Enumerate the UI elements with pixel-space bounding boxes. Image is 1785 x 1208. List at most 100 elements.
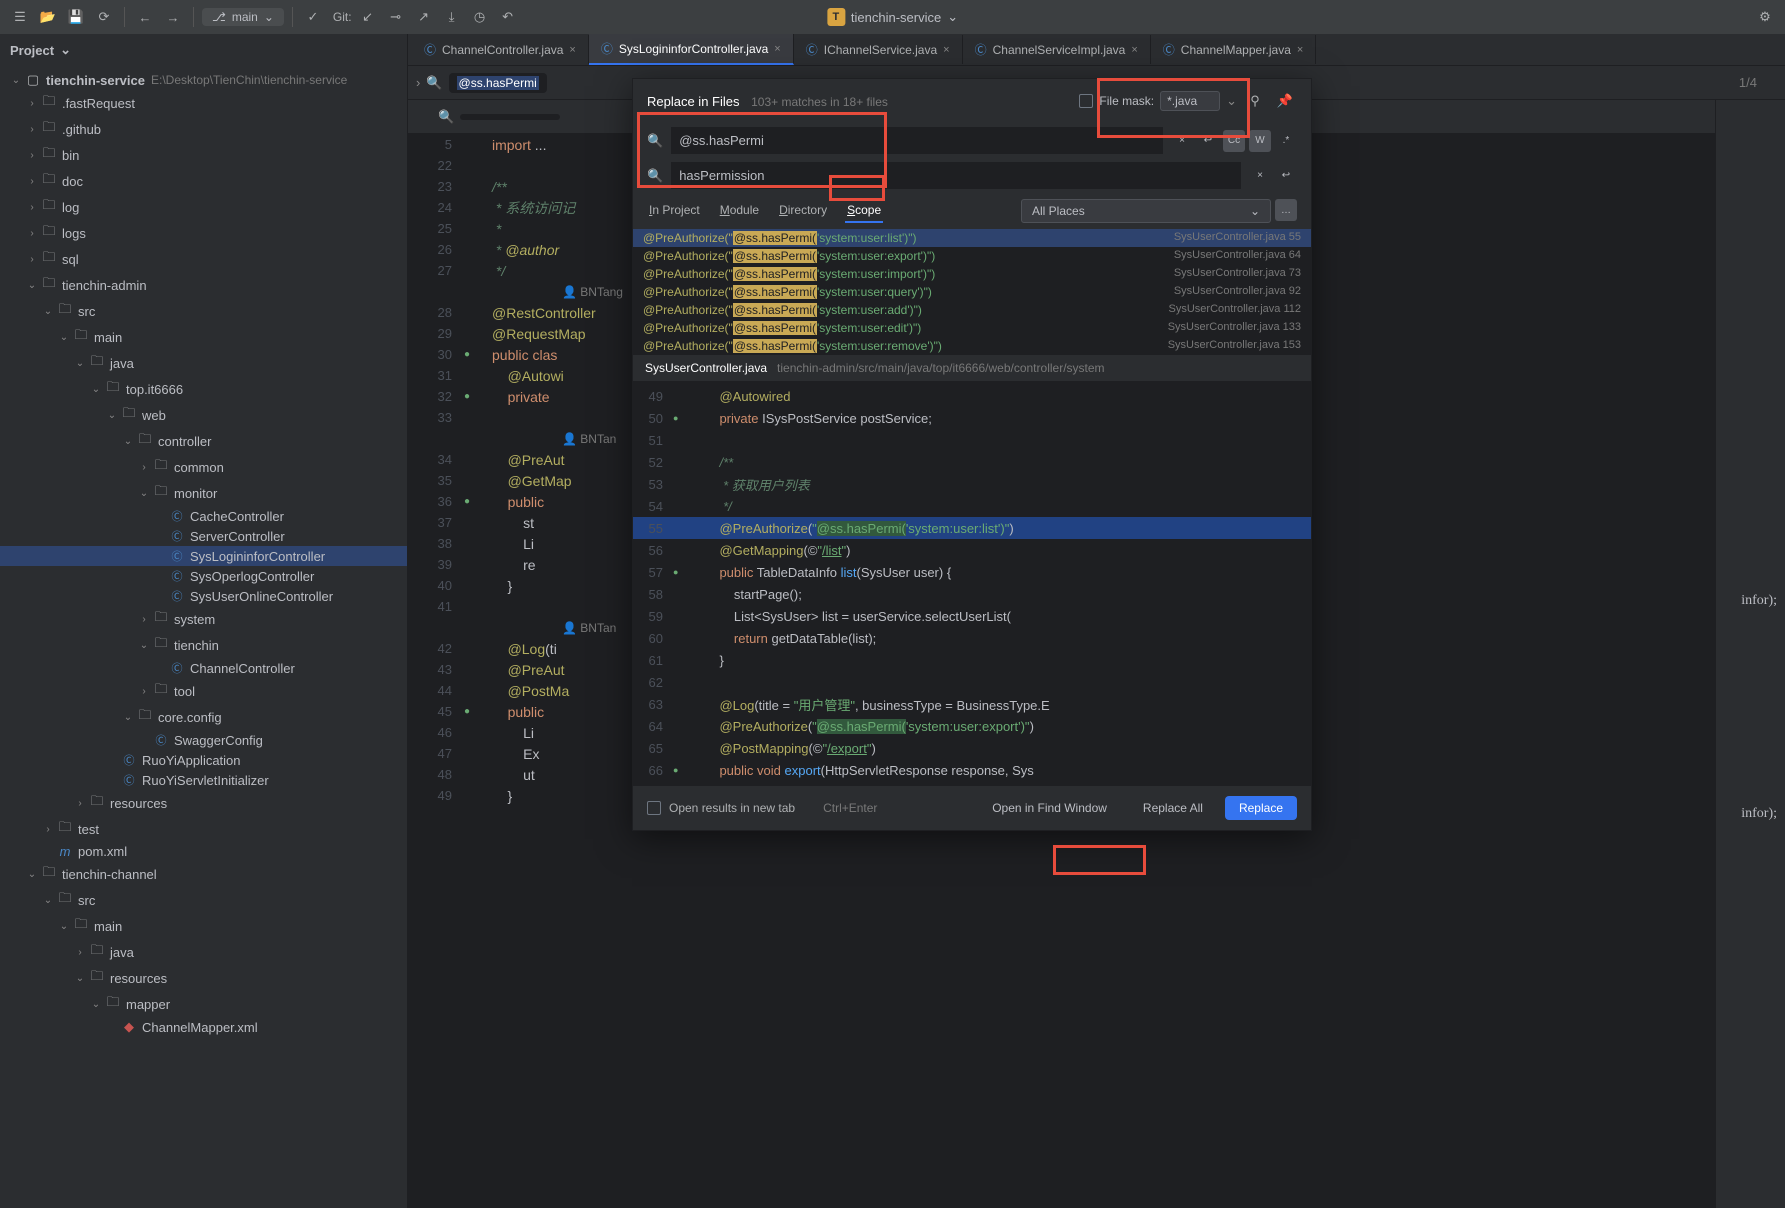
tree-item[interactable]: ›🗀.fastRequest: [0, 90, 407, 116]
fetch-icon[interactable]: ⤓: [440, 5, 464, 29]
editor-tab[interactable]: ⒸIChannelService.java×: [794, 35, 963, 64]
tree-item[interactable]: ⌄🗀monitor: [0, 480, 407, 506]
file-mask-checkbox[interactable]: [1079, 94, 1093, 108]
tree-item[interactable]: ⌄🗀web: [0, 402, 407, 428]
editor-tab[interactable]: ⒸChannelServiceImpl.java×: [963, 35, 1151, 64]
push-icon[interactable]: ↗: [412, 5, 436, 29]
tree-item[interactable]: ⌄🗀top.it6666: [0, 376, 407, 402]
project-header[interactable]: Project ⌄: [0, 34, 407, 66]
tree-item[interactable]: ⒸRuoYiApplication: [0, 750, 407, 770]
results-list[interactable]: @PreAuthorize("@ss.hasPermi('system:user…: [633, 229, 1311, 355]
tree-item[interactable]: ⒸSysLogininforController: [0, 546, 407, 566]
tree-item[interactable]: ⌄🗀controller: [0, 428, 407, 454]
tree-item[interactable]: ›🗀logs: [0, 220, 407, 246]
back-icon[interactable]: ←: [133, 5, 157, 29]
tree-item[interactable]: ⒸCacheController: [0, 506, 407, 526]
replace-input[interactable]: [460, 114, 560, 120]
tree-item[interactable]: ⒸServerController: [0, 526, 407, 546]
dialog-tab[interactable]: In Project: [647, 199, 702, 223]
branch-button[interactable]: ⎇ main ⌄: [202, 8, 284, 26]
case-toggle[interactable]: Cc: [1223, 130, 1245, 152]
replace-all-button[interactable]: Replace All: [1129, 796, 1217, 820]
editor-tab[interactable]: ⒸChannelController.java×: [412, 35, 589, 64]
commit-icon[interactable]: ✓: [301, 5, 325, 29]
undo-icon[interactable]: ↶: [496, 5, 520, 29]
tree-item[interactable]: ›🗀common: [0, 454, 407, 480]
result-row[interactable]: @PreAuthorize("@ss.hasPermi('system:user…: [633, 247, 1311, 265]
project-title[interactable]: T tienchin-service ⌄: [827, 8, 958, 26]
result-row[interactable]: @PreAuthorize("@ss.hasPermi('system:user…: [633, 229, 1311, 247]
sync-icon[interactable]: ⟳: [92, 5, 116, 29]
tree-item[interactable]: ›🗀test: [0, 816, 407, 842]
chevron-down-icon: ⌄: [264, 10, 274, 24]
scope-dropdown[interactable]: All Places ⌄: [1021, 199, 1271, 223]
tree-item[interactable]: ›🗀bin: [0, 142, 407, 168]
preview-code[interactable]: 49 @Autowired50● private ISysPostService…: [633, 381, 1311, 785]
replace-button[interactable]: Replace: [1225, 796, 1297, 820]
tree-item[interactable]: ›🗀java: [0, 939, 407, 965]
editor-tab[interactable]: ⒸChannelMapper.java×: [1151, 35, 1317, 64]
regex-toggle[interactable]: .*: [1275, 130, 1297, 152]
result-row[interactable]: @PreAuthorize("@ss.hasPermi('system:user…: [633, 319, 1311, 337]
history-icon[interactable]: ◷: [468, 5, 492, 29]
clear-icon[interactable]: ×: [1249, 165, 1271, 187]
tree-item[interactable]: ›🗀system: [0, 606, 407, 632]
clear-icon[interactable]: ×: [1171, 130, 1193, 152]
collapse-icon[interactable]: ›: [416, 75, 420, 90]
result-row[interactable]: @PreAuthorize("@ss.hasPermi('system:user…: [633, 265, 1311, 283]
file-mask-input[interactable]: [1160, 91, 1220, 111]
project-name-label: tienchin-service: [851, 10, 941, 25]
tree-item[interactable]: ⌄🗀tienchin: [0, 632, 407, 658]
tree-item[interactable]: ⌄🗀java: [0, 350, 407, 376]
chevron-down-icon[interactable]: ⌄: [1226, 93, 1237, 109]
result-row[interactable]: @PreAuthorize("@ss.hasPermi('system:user…: [633, 337, 1311, 355]
tree-item[interactable]: ⒸSysOperlogController: [0, 566, 407, 586]
tree-item[interactable]: ⌄🗀resources: [0, 965, 407, 991]
tree-item[interactable]: ⒸSysUserOnlineController: [0, 586, 407, 606]
word-toggle[interactable]: W: [1249, 130, 1271, 152]
tree-item[interactable]: ›🗀.github: [0, 116, 407, 142]
tree-item[interactable]: ›🗀resources: [0, 790, 407, 816]
tree-item[interactable]: ›🗀sql: [0, 246, 407, 272]
filter-icon[interactable]: ⚲: [1243, 89, 1267, 113]
tree-item[interactable]: ⌄🗀core.config: [0, 704, 407, 730]
tree-item[interactable]: ◆ChannelMapper.xml: [0, 1017, 407, 1037]
scope-more-button[interactable]: …: [1275, 199, 1297, 221]
settings-icon[interactable]: ⚙: [1753, 5, 1777, 29]
result-row[interactable]: @PreAuthorize("@ss.hasPermi('system:user…: [633, 283, 1311, 301]
tree-item[interactable]: ⌄🗀tienchin-channel: [0, 861, 407, 887]
rollback-icon[interactable]: ⊸: [384, 5, 408, 29]
dialog-tab[interactable]: Scope: [845, 199, 883, 223]
tree-item[interactable]: ⌄🗀main: [0, 324, 407, 350]
dialog-replace-input[interactable]: [671, 162, 1241, 189]
open-tab-checkbox[interactable]: [647, 801, 661, 815]
tree-item[interactable]: ›🗀log: [0, 194, 407, 220]
newline-icon[interactable]: ↩: [1197, 130, 1219, 152]
tree-item[interactable]: ›🗀tool: [0, 678, 407, 704]
tree-item[interactable]: ⌄🗀tienchin-admin: [0, 272, 407, 298]
project-badge: T: [827, 8, 845, 26]
tree-item[interactable]: ⌄🗀mapper: [0, 991, 407, 1017]
save-icon[interactable]: 💾: [64, 5, 88, 29]
tree-item[interactable]: ⌄🗀src: [0, 298, 407, 324]
search-input[interactable]: @ss.hasPermi: [449, 73, 547, 93]
tree-item[interactable]: mpom.xml: [0, 842, 407, 861]
tree-item[interactable]: ›🗀doc: [0, 168, 407, 194]
forward-icon[interactable]: →: [161, 5, 185, 29]
pin-icon[interactable]: 📌: [1273, 89, 1297, 113]
tree-item[interactable]: ⌄🗀main: [0, 913, 407, 939]
dialog-tab[interactable]: Directory: [777, 199, 829, 223]
tree-item[interactable]: ⒸRuoYiServletInitializer: [0, 770, 407, 790]
open-icon[interactable]: 📂: [36, 5, 60, 29]
result-row[interactable]: @PreAuthorize("@ss.hasPermi('system:user…: [633, 301, 1311, 319]
menu-icon[interactable]: ☰: [8, 5, 32, 29]
update-icon[interactable]: ↙: [356, 5, 380, 29]
dialog-search-input[interactable]: [671, 127, 1163, 154]
editor-tab[interactable]: ⒸSysLogininforController.java×: [589, 34, 794, 65]
tree-item[interactable]: ⌄🗀src: [0, 887, 407, 913]
dialog-tab[interactable]: Module: [718, 199, 761, 223]
preserve-case-icon[interactable]: ↩: [1275, 165, 1297, 187]
tree-item[interactable]: ⒸSwaggerConfig: [0, 730, 407, 750]
open-find-window-button[interactable]: Open in Find Window: [978, 796, 1121, 820]
tree-item[interactable]: ⒸChannelController: [0, 658, 407, 678]
